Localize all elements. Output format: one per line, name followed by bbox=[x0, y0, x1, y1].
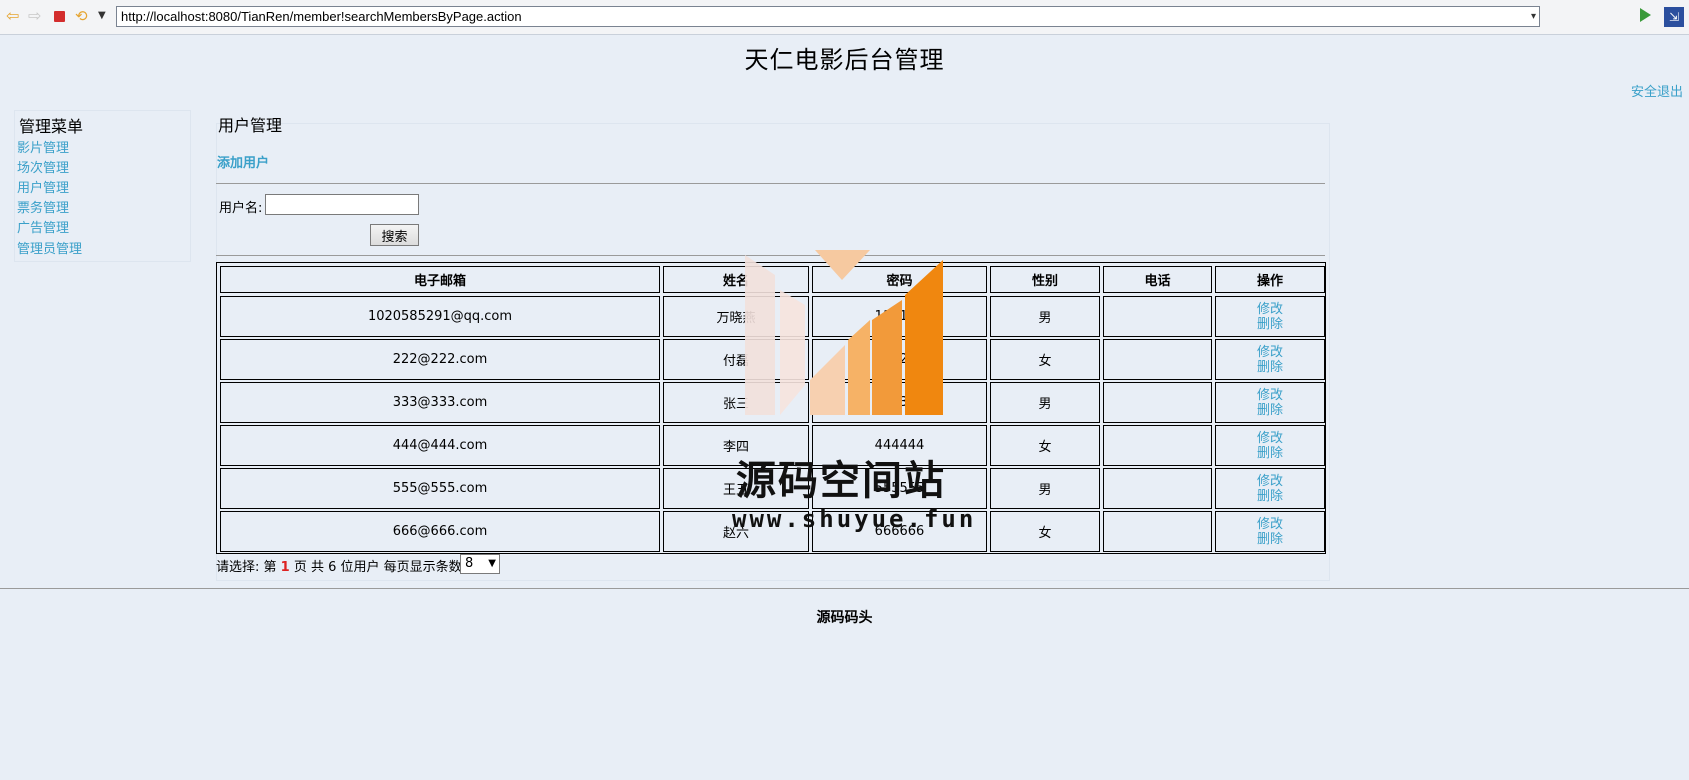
external-browser-icon[interactable]: ⇲ bbox=[1664, 7, 1684, 27]
cell-phone bbox=[1103, 468, 1212, 509]
section-title: 用户管理 bbox=[218, 116, 283, 135]
divider bbox=[0, 588, 1689, 589]
cell-email: 444@444.com bbox=[220, 425, 660, 466]
pager-info: 页 共 6 位用户 每页显示条数: bbox=[293, 560, 467, 575]
cell-phone bbox=[1103, 425, 1212, 466]
watermark-logo bbox=[745, 250, 943, 415]
edit-link[interactable]: 修改 bbox=[1257, 302, 1283, 317]
cell-actions: 修改 删除 bbox=[1215, 296, 1325, 337]
cell-actions: 修改 删除 bbox=[1215, 511, 1325, 552]
sidebar-item-users[interactable]: 用户管理 bbox=[17, 177, 69, 196]
delete-link[interactable]: 删除 bbox=[1257, 317, 1283, 332]
watermark-text: 源码空间站 bbox=[736, 458, 946, 504]
browser-toolbar: ⇦ ⇨ ⟲ ▼ http://localhost:8080/TianRen/me… bbox=[0, 0, 1689, 35]
cell-gender: 女 bbox=[990, 511, 1100, 552]
cell-actions: 修改 删除 bbox=[1215, 425, 1325, 466]
delete-link[interactable]: 删除 bbox=[1257, 532, 1283, 547]
page-title: 天仁电影后台管理 bbox=[744, 46, 945, 74]
edit-link[interactable]: 修改 bbox=[1257, 388, 1283, 403]
cell-email: 222@222.com bbox=[220, 339, 660, 380]
sidebar-item-film[interactable]: 影片管理 bbox=[17, 137, 69, 156]
page-size-value: 8 bbox=[465, 556, 474, 571]
watermark-url: www.shuyue.fun bbox=[732, 505, 977, 533]
cell-actions: 修改 删除 bbox=[1215, 468, 1325, 509]
username-label: 用户名: bbox=[219, 201, 263, 216]
column-header-email: 电子邮箱 bbox=[220, 266, 660, 293]
edit-link[interactable]: 修改 bbox=[1257, 431, 1283, 446]
cell-phone bbox=[1103, 511, 1212, 552]
sidebar-item-ads[interactable]: 广告管理 bbox=[17, 217, 69, 236]
chevron-down-icon[interactable]: ▼ bbox=[98, 8, 114, 24]
stop-icon[interactable] bbox=[54, 11, 65, 22]
delete-link[interactable]: 删除 bbox=[1257, 360, 1283, 375]
pagination: 请选择: 第 1 页 共 6 位用户 每页显示条数: bbox=[216, 556, 466, 575]
footer-text: 源码码头 bbox=[816, 610, 873, 626]
cell-gender: 女 bbox=[990, 339, 1100, 380]
forward-arrow-icon[interactable]: ⇨ bbox=[28, 8, 44, 24]
chevron-down-icon[interactable]: ▾ bbox=[1531, 7, 1536, 26]
edit-link[interactable]: 修改 bbox=[1257, 517, 1283, 532]
column-header-actions: 操作 bbox=[1215, 266, 1325, 293]
back-arrow-icon[interactable]: ⇦ bbox=[6, 8, 22, 24]
delete-link[interactable]: 删除 bbox=[1257, 446, 1283, 461]
pager-prefix: 请选择: 第 bbox=[216, 560, 277, 575]
cell-actions: 修改 删除 bbox=[1215, 339, 1325, 380]
cell-phone bbox=[1103, 382, 1212, 423]
cell-email: 666@666.com bbox=[220, 511, 660, 552]
address-bar[interactable]: http://localhost:8080/TianRen/member!sea… bbox=[116, 6, 1540, 27]
cell-phone bbox=[1103, 296, 1212, 337]
go-icon[interactable] bbox=[1640, 8, 1651, 22]
page-size-select[interactable]: 8 ▼ bbox=[460, 554, 500, 574]
cell-email: 555@555.com bbox=[220, 468, 660, 509]
current-page: 1 bbox=[280, 560, 290, 575]
sidebar-item-session[interactable]: 场次管理 bbox=[17, 157, 69, 176]
sidebar-title: 管理菜单 bbox=[19, 117, 84, 136]
logout-link[interactable]: 安全退出 bbox=[1631, 81, 1683, 100]
cell-actions: 修改 删除 bbox=[1215, 382, 1325, 423]
cell-gender: 男 bbox=[990, 382, 1100, 423]
refresh-icon[interactable]: ⟲ bbox=[75, 8, 91, 24]
edit-link[interactable]: 修改 bbox=[1257, 345, 1283, 360]
cell-gender: 男 bbox=[990, 468, 1100, 509]
cell-email: 333@333.com bbox=[220, 382, 660, 423]
sidebar: 管理菜单 影片管理 场次管理 用户管理 票务管理 广告管理 管理员管理 bbox=[14, 110, 191, 262]
chevron-down-icon: ▼ bbox=[488, 558, 496, 569]
sidebar-item-tickets[interactable]: 票务管理 bbox=[17, 197, 69, 216]
cell-email: 1020585291@qq.com bbox=[220, 296, 660, 337]
cell-gender: 男 bbox=[990, 296, 1100, 337]
url-text: http://localhost:8080/TianRen/member!sea… bbox=[121, 9, 522, 24]
cell-phone bbox=[1103, 339, 1212, 380]
cell-gender: 女 bbox=[990, 425, 1100, 466]
delete-link[interactable]: 删除 bbox=[1257, 489, 1283, 504]
add-user-link[interactable]: 添加用户 bbox=[217, 152, 269, 171]
search-button[interactable]: 搜索 bbox=[370, 224, 419, 246]
username-input[interactable] bbox=[265, 194, 419, 215]
divider bbox=[216, 183, 1325, 184]
delete-link[interactable]: 删除 bbox=[1257, 403, 1283, 418]
column-header-phone: 电话 bbox=[1103, 266, 1212, 293]
column-header-gender: 性别 bbox=[990, 266, 1100, 293]
edit-link[interactable]: 修改 bbox=[1257, 474, 1283, 489]
sidebar-item-admins[interactable]: 管理员管理 bbox=[17, 238, 82, 257]
